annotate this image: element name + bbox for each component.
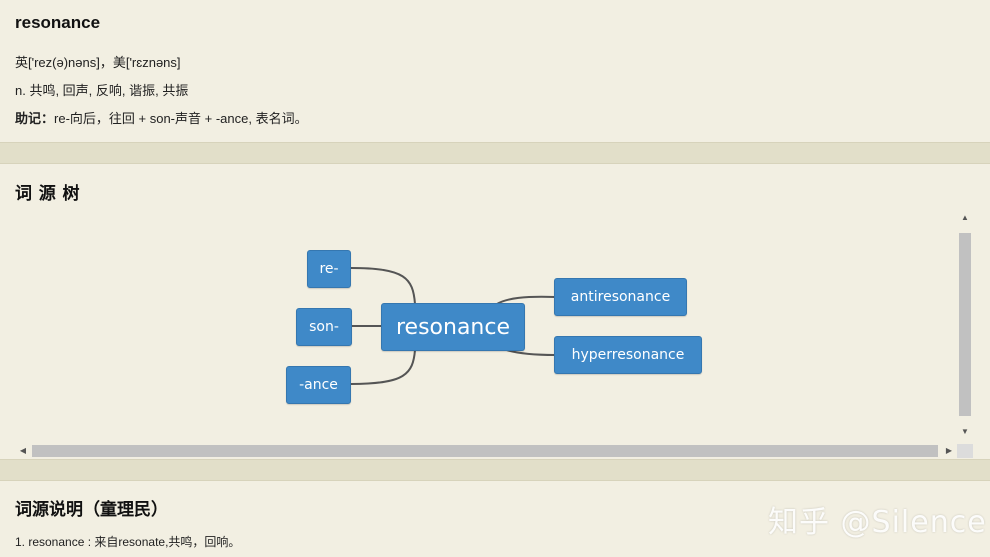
tree-node-root[interactable]: resonance (381, 303, 525, 351)
etymology-note-item: 1. resonance : 来自resonate,共鸣，回响。 (15, 535, 241, 549)
tree-node-prefix-re[interactable]: re- (307, 250, 351, 288)
scrollbar-corner (957, 444, 973, 458)
mnemonic: 助记：re-向后，往回 + son-声音 + -ance, 表名词。 (15, 108, 308, 127)
mnemonic-text: re-向后，往回 + son-声音 + -ance, 表名词。 (54, 111, 308, 126)
link-ance (350, 349, 416, 385)
triangle-right-icon[interactable]: ▶ (941, 446, 957, 456)
watermark: 知乎 @Silence (768, 505, 987, 540)
vertical-scrollbar[interactable]: ▲ ▼ (957, 210, 973, 444)
triangle-left-icon[interactable]: ◀ (15, 446, 31, 456)
tree-node-antiresonance[interactable]: antiresonance (554, 278, 687, 316)
horizontal-scrollbar-thumb[interactable] (32, 445, 938, 457)
triangle-up-icon[interactable]: ▲ (957, 213, 973, 223)
etymology-tree-title: 词 源 树 (15, 184, 81, 203)
horizontal-scrollbar[interactable]: ◀ ▶ (15, 444, 957, 458)
word-title: resonance (15, 13, 101, 32)
word-info-section: resonance 英['rez(ə)nəns]，美['rɛznəns] n. … (0, 0, 990, 142)
etymology-notes-title: 词源说明（童理民） (15, 500, 168, 519)
link-re (350, 267, 416, 305)
tree-node-suffix-ance[interactable]: -ance (286, 366, 351, 404)
tree-node-prefix-son[interactable]: son- (296, 308, 352, 346)
etymology-tree-canvas[interactable]: re- son- -ance resonance antiresonance h… (15, 210, 957, 444)
section-divider (0, 459, 990, 481)
definition: n. 共鸣, 回声, 反响, 谐振, 共振 (15, 83, 189, 98)
mnemonic-label: 助记： (15, 111, 55, 126)
section-divider (0, 142, 990, 164)
vertical-scrollbar-thumb[interactable] (959, 233, 971, 416)
tree-node-hyperresonance[interactable]: hyperresonance (554, 336, 702, 374)
pronunciation: 英['rez(ə)nəns]，美['rɛznəns] (15, 55, 181, 70)
triangle-down-icon[interactable]: ▼ (957, 427, 973, 437)
